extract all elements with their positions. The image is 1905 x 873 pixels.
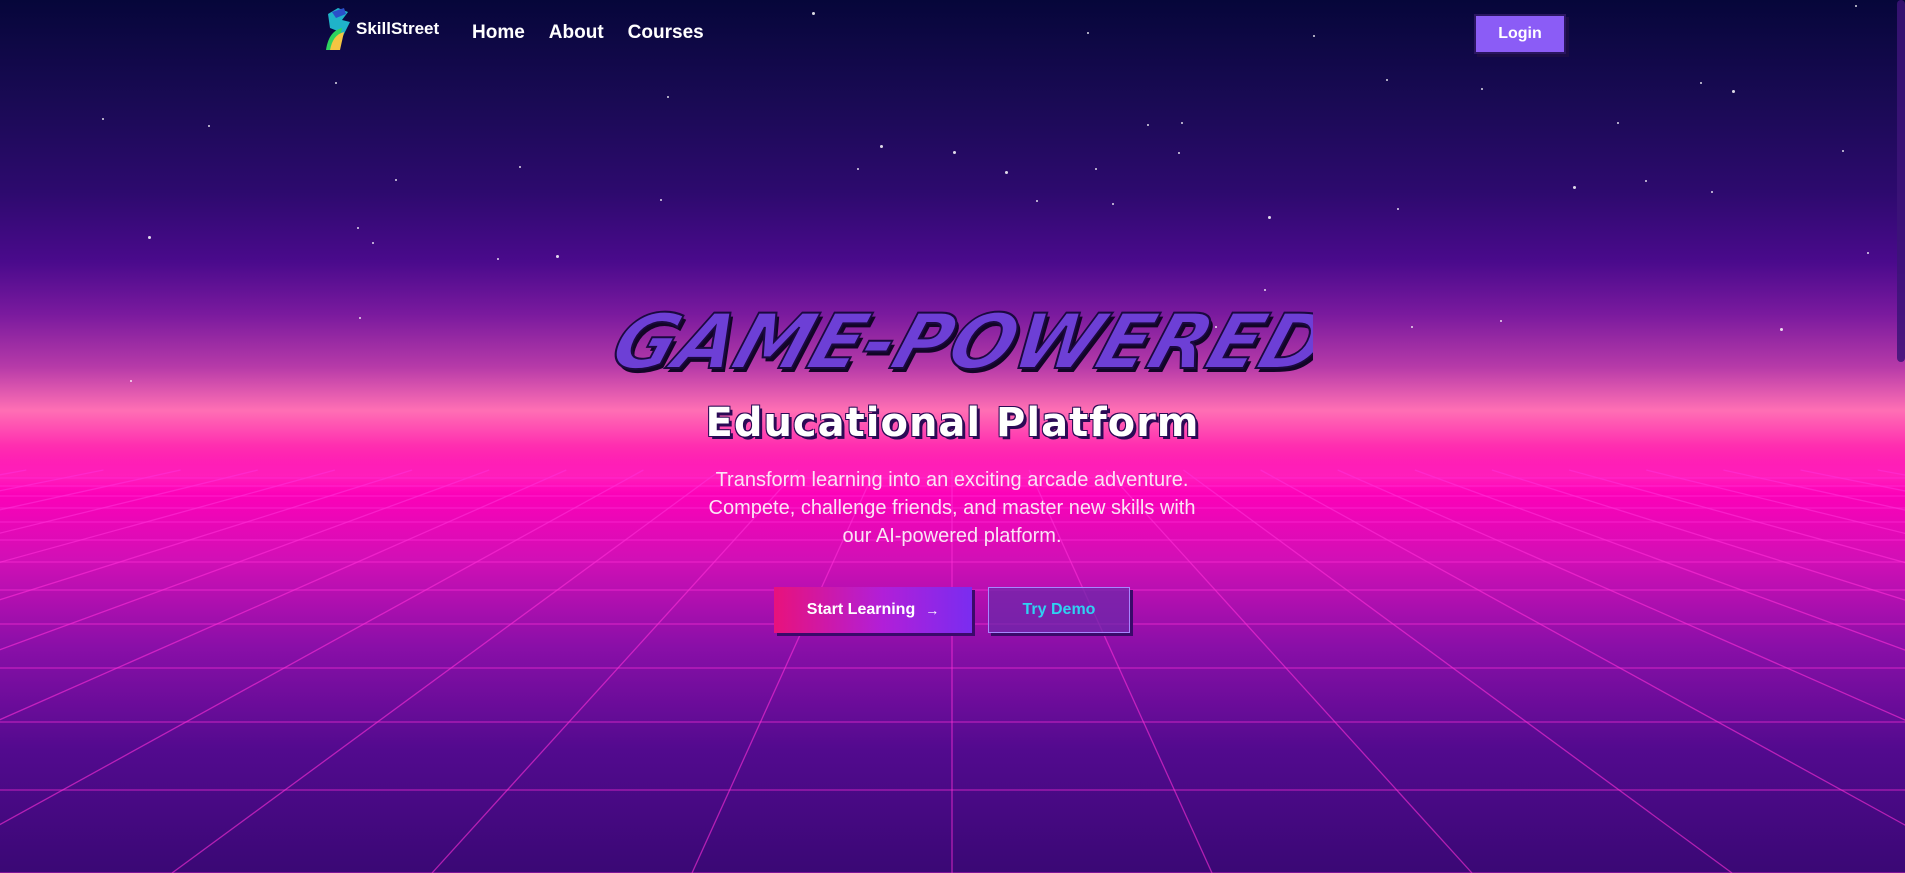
grid-line-radial	[0, 469, 567, 721]
hero-description: Transform learning into an exciting arca…	[708, 469, 1196, 547]
hero-actions: Start Learning → Try Demo	[774, 587, 1130, 633]
nav-links: Home About Courses	[472, 22, 704, 44]
grid-line-radial	[1414, 469, 1905, 651]
grid-line-radial	[0, 469, 413, 601]
nav-link-courses[interactable]: Courses	[628, 22, 704, 44]
grid-line-radial	[1723, 469, 1905, 511]
brand-logo[interactable]: SkillStreet	[324, 6, 439, 50]
grid-line-radial	[0, 469, 104, 492]
start-learning-button[interactable]: Start Learning →	[774, 587, 972, 633]
top-navigation: SkillStreet Home About Courses Login	[0, 0, 1905, 70]
grid-line-radial	[1337, 469, 1905, 721]
grid-line-radial	[1183, 469, 1733, 873]
grid-line-radial	[171, 469, 721, 873]
scrollbar-thumb[interactable]	[1897, 0, 1905, 362]
scrollbar[interactable]	[1895, 0, 1905, 873]
skillstreet-logo-icon	[326, 8, 350, 50]
grid-line-radial	[0, 469, 644, 826]
arrow-right-icon: →	[925, 602, 940, 618]
brand-name: SkillStreet	[356, 19, 440, 38]
login-button[interactable]: Login	[1474, 14, 1566, 54]
nav-link-home[interactable]: Home	[472, 22, 525, 44]
grid-line-radial	[1800, 469, 1905, 492]
grid-line-radial	[0, 469, 336, 563]
headline-text-graphic: GAME-POWERED GAME-POWERED	[600, 298, 1313, 391]
grid-line-radial	[0, 469, 181, 511]
hero-subtitle: Educational Platform	[705, 400, 1200, 446]
headline-text: GAME-POWERED	[601, 299, 1313, 387]
start-learning-label: Start Learning	[806, 601, 916, 618]
grid-line-radial	[1491, 469, 1905, 601]
hero-headline: GAME-POWERED GAME-POWERED	[0, 298, 1905, 398]
grid-line-radial	[0, 469, 490, 651]
grid-line-radial	[1260, 469, 1905, 826]
nav-link-about[interactable]: About	[549, 22, 604, 44]
try-demo-button[interactable]: Try Demo	[988, 587, 1130, 633]
grid-line-radial	[1568, 469, 1905, 564]
hero-background: SkillStreet Home About Courses Login GAM…	[0, 0, 1905, 873]
